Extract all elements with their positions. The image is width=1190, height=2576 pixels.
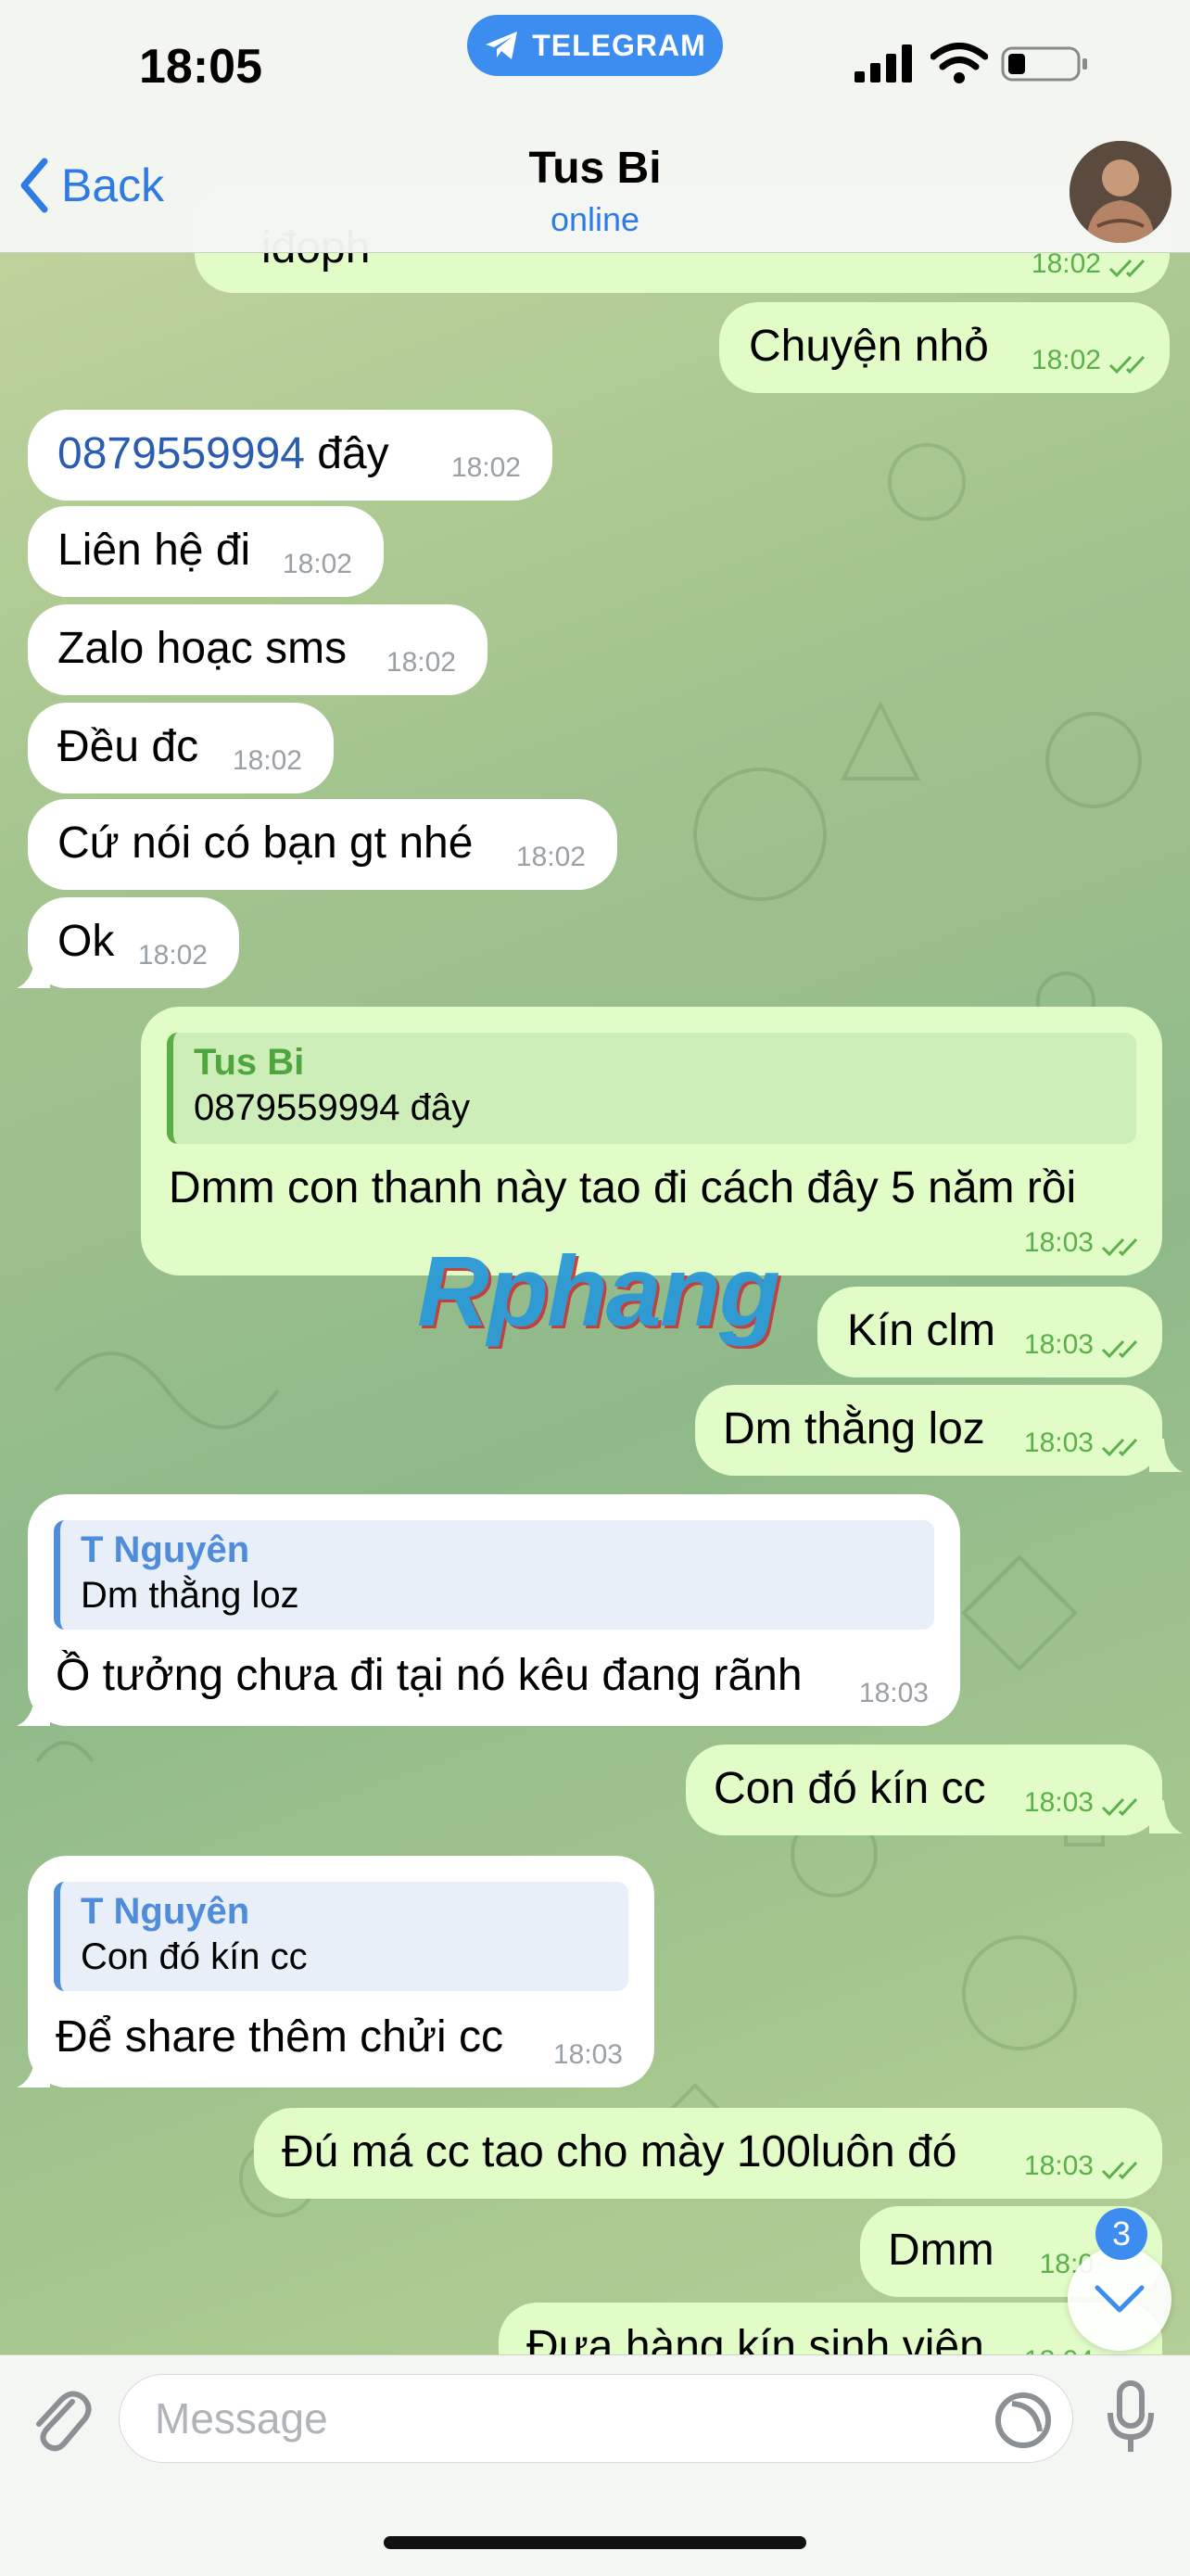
read-ticks-icon: [1108, 355, 1146, 374]
bubble-tail: [1149, 1800, 1183, 1834]
unread-count-badge: 3: [1095, 2208, 1147, 2260]
reply-text: Con đó kín cc: [81, 1936, 308, 1977]
message-text: Ok: [57, 917, 115, 966]
reply-sender: T Nguyên: [81, 1529, 250, 1570]
message-input[interactable]: [119, 2374, 1073, 2463]
battery-icon: [1001, 46, 1087, 82]
read-ticks-icon: [1101, 1438, 1138, 1457]
message-time: 18:03: [1023, 1428, 1094, 1458]
message-text: Để share thêm chửi cc: [56, 2012, 503, 2062]
telegram-banner-label: TELEGRAM: [532, 28, 706, 62]
message-text: Zalo hoạc sms: [57, 624, 348, 673]
message-text: Dmm con thanh này tao đi cách đây 5 năm …: [169, 1163, 1077, 1212]
telegram-banner[interactable]: TELEGRAM: [467, 15, 723, 76]
message-text: Kín clm: [847, 1306, 996, 1355]
message-text: Dmm: [888, 2226, 994, 2275]
paperclip-icon[interactable]: [26, 2381, 93, 2455]
message-time: 18:02: [1031, 248, 1101, 279]
chat-status: online: [550, 200, 640, 238]
message-time: 18:02: [515, 842, 586, 872]
signal-bars-icon: [855, 44, 912, 82]
wifi-icon: [930, 43, 988, 83]
message-time: 18:02: [282, 549, 352, 579]
read-ticks-icon: [1101, 1797, 1138, 1817]
reply-sender: T Nguyên: [81, 1891, 250, 1932]
message-time: 18:03: [1023, 1227, 1094, 1258]
message-bubble-incoming[interactable]: Đều đc 18:02: [28, 703, 334, 793]
reply-text: Dm thằng loz: [81, 1575, 299, 1616]
read-ticks-icon: [1101, 1339, 1138, 1359]
read-ticks-icon: [1108, 259, 1146, 278]
reply-quote[interactable]: Tus Bi 0879559994 đây: [167, 1033, 1136, 1144]
bubble-tail: [17, 955, 50, 988]
read-ticks-icon: [1101, 1237, 1138, 1257]
chevron-down-icon: [1095, 2285, 1145, 2313]
avatar-image: [1070, 141, 1171, 243]
message-time: 18:02: [450, 452, 521, 483]
message-bubble-incoming[interactable]: Cứ nói có bạn gt nhé 18:02: [28, 799, 617, 890]
bubble-tail: [1149, 1439, 1183, 1472]
message-time: 18:03: [1023, 1787, 1094, 1818]
phone-link[interactable]: 0879559994: [57, 429, 305, 478]
message-text: Đú má cc tao cho mày 100luôn đó: [282, 2127, 957, 2176]
message-text: Đều đc: [57, 722, 199, 771]
reply-quote[interactable]: T Nguyên Dm thằng loz: [54, 1520, 934, 1630]
message-bubble-incoming[interactable]: T Nguyên Dm thằng loz Ồ tưởng chưa đi tạ…: [28, 1494, 960, 1726]
avatar[interactable]: [1070, 141, 1171, 243]
message-text: Liên hệ đi: [57, 526, 251, 575]
message-bubble-incoming[interactable]: 0879559994 đây 18:02: [28, 410, 552, 501]
message-time: 18:03: [858, 1678, 929, 1708]
message-time: 18:02: [386, 647, 456, 678]
watermark-logo: Rphang: [417, 1235, 780, 1347]
status-icons: [853, 43, 1090, 85]
sticker-icon[interactable]: [994, 2391, 1053, 2450]
home-indicator[interactable]: [384, 2536, 806, 2549]
message-bubble-outgoing[interactable]: Đú má cc tao cho mày 100luôn đó 18:03: [254, 2108, 1162, 2199]
message-bubble-incoming[interactable]: Liên hệ đi 18:02: [28, 506, 384, 597]
message-time: 18:03: [552, 2039, 623, 2070]
message-time: 18:02: [232, 745, 302, 776]
bubble-tail: [17, 1693, 50, 1726]
message-text: Chuyện nhỏ: [749, 322, 989, 371]
message-time: 18:02: [1031, 345, 1101, 375]
reply-sender: Tus Bi: [194, 1042, 305, 1083]
bubble-tail: [17, 2054, 50, 2087]
message-time: 18:03: [1023, 1329, 1094, 1360]
message-text: Cứ nói có bạn gt nhé: [57, 818, 474, 868]
reply-quote[interactable]: T Nguyên Con đó kín cc: [54, 1882, 628, 1991]
message-text: Con đó kín cc: [714, 1764, 986, 1813]
message-text: Ồ tưởng chưa đi tại nó kêu đang rãnh: [56, 1651, 803, 1700]
microphone-icon[interactable]: [1105, 2379, 1157, 2457]
status-time: 18:05: [139, 40, 262, 94]
message-bubble-incoming[interactable]: Zalo hoạc sms 18:02: [28, 604, 487, 695]
message-bubble-outgoing[interactable]: Kín clm 18:03: [817, 1287, 1162, 1377]
chat-header: 18:05 TELEGRAM Back Tus Bi online: [0, 0, 1190, 253]
message-bubble-incoming[interactable]: T Nguyên Con đó kín cc Để share thêm chử…: [28, 1856, 654, 2087]
scroll-to-bottom-button[interactable]: [1068, 2247, 1171, 2351]
read-ticks-icon: [1101, 2161, 1138, 2180]
message-bubble-outgoing[interactable]: Dm thằng loz 18:03: [695, 1385, 1162, 1476]
telegram-plane-icon: [486, 32, 518, 59]
chat-title[interactable]: Tus Bi: [0, 143, 1190, 194]
message-bubble-outgoing[interactable]: Chuyện nhỏ 18:02: [719, 302, 1170, 393]
message-bubble-incoming[interactable]: Ok 18:02: [28, 897, 239, 988]
reply-text: 0879559994 đây: [194, 1087, 471, 1128]
message-text: Dm thằng loz: [723, 1404, 985, 1453]
message-time: 18:03: [1023, 2151, 1094, 2181]
message-bubble-outgoing[interactable]: Con đó kín cc 18:03: [686, 1745, 1162, 1835]
message-text: 0879559994 đây: [57, 429, 389, 478]
message-time: 18:02: [137, 940, 208, 971]
